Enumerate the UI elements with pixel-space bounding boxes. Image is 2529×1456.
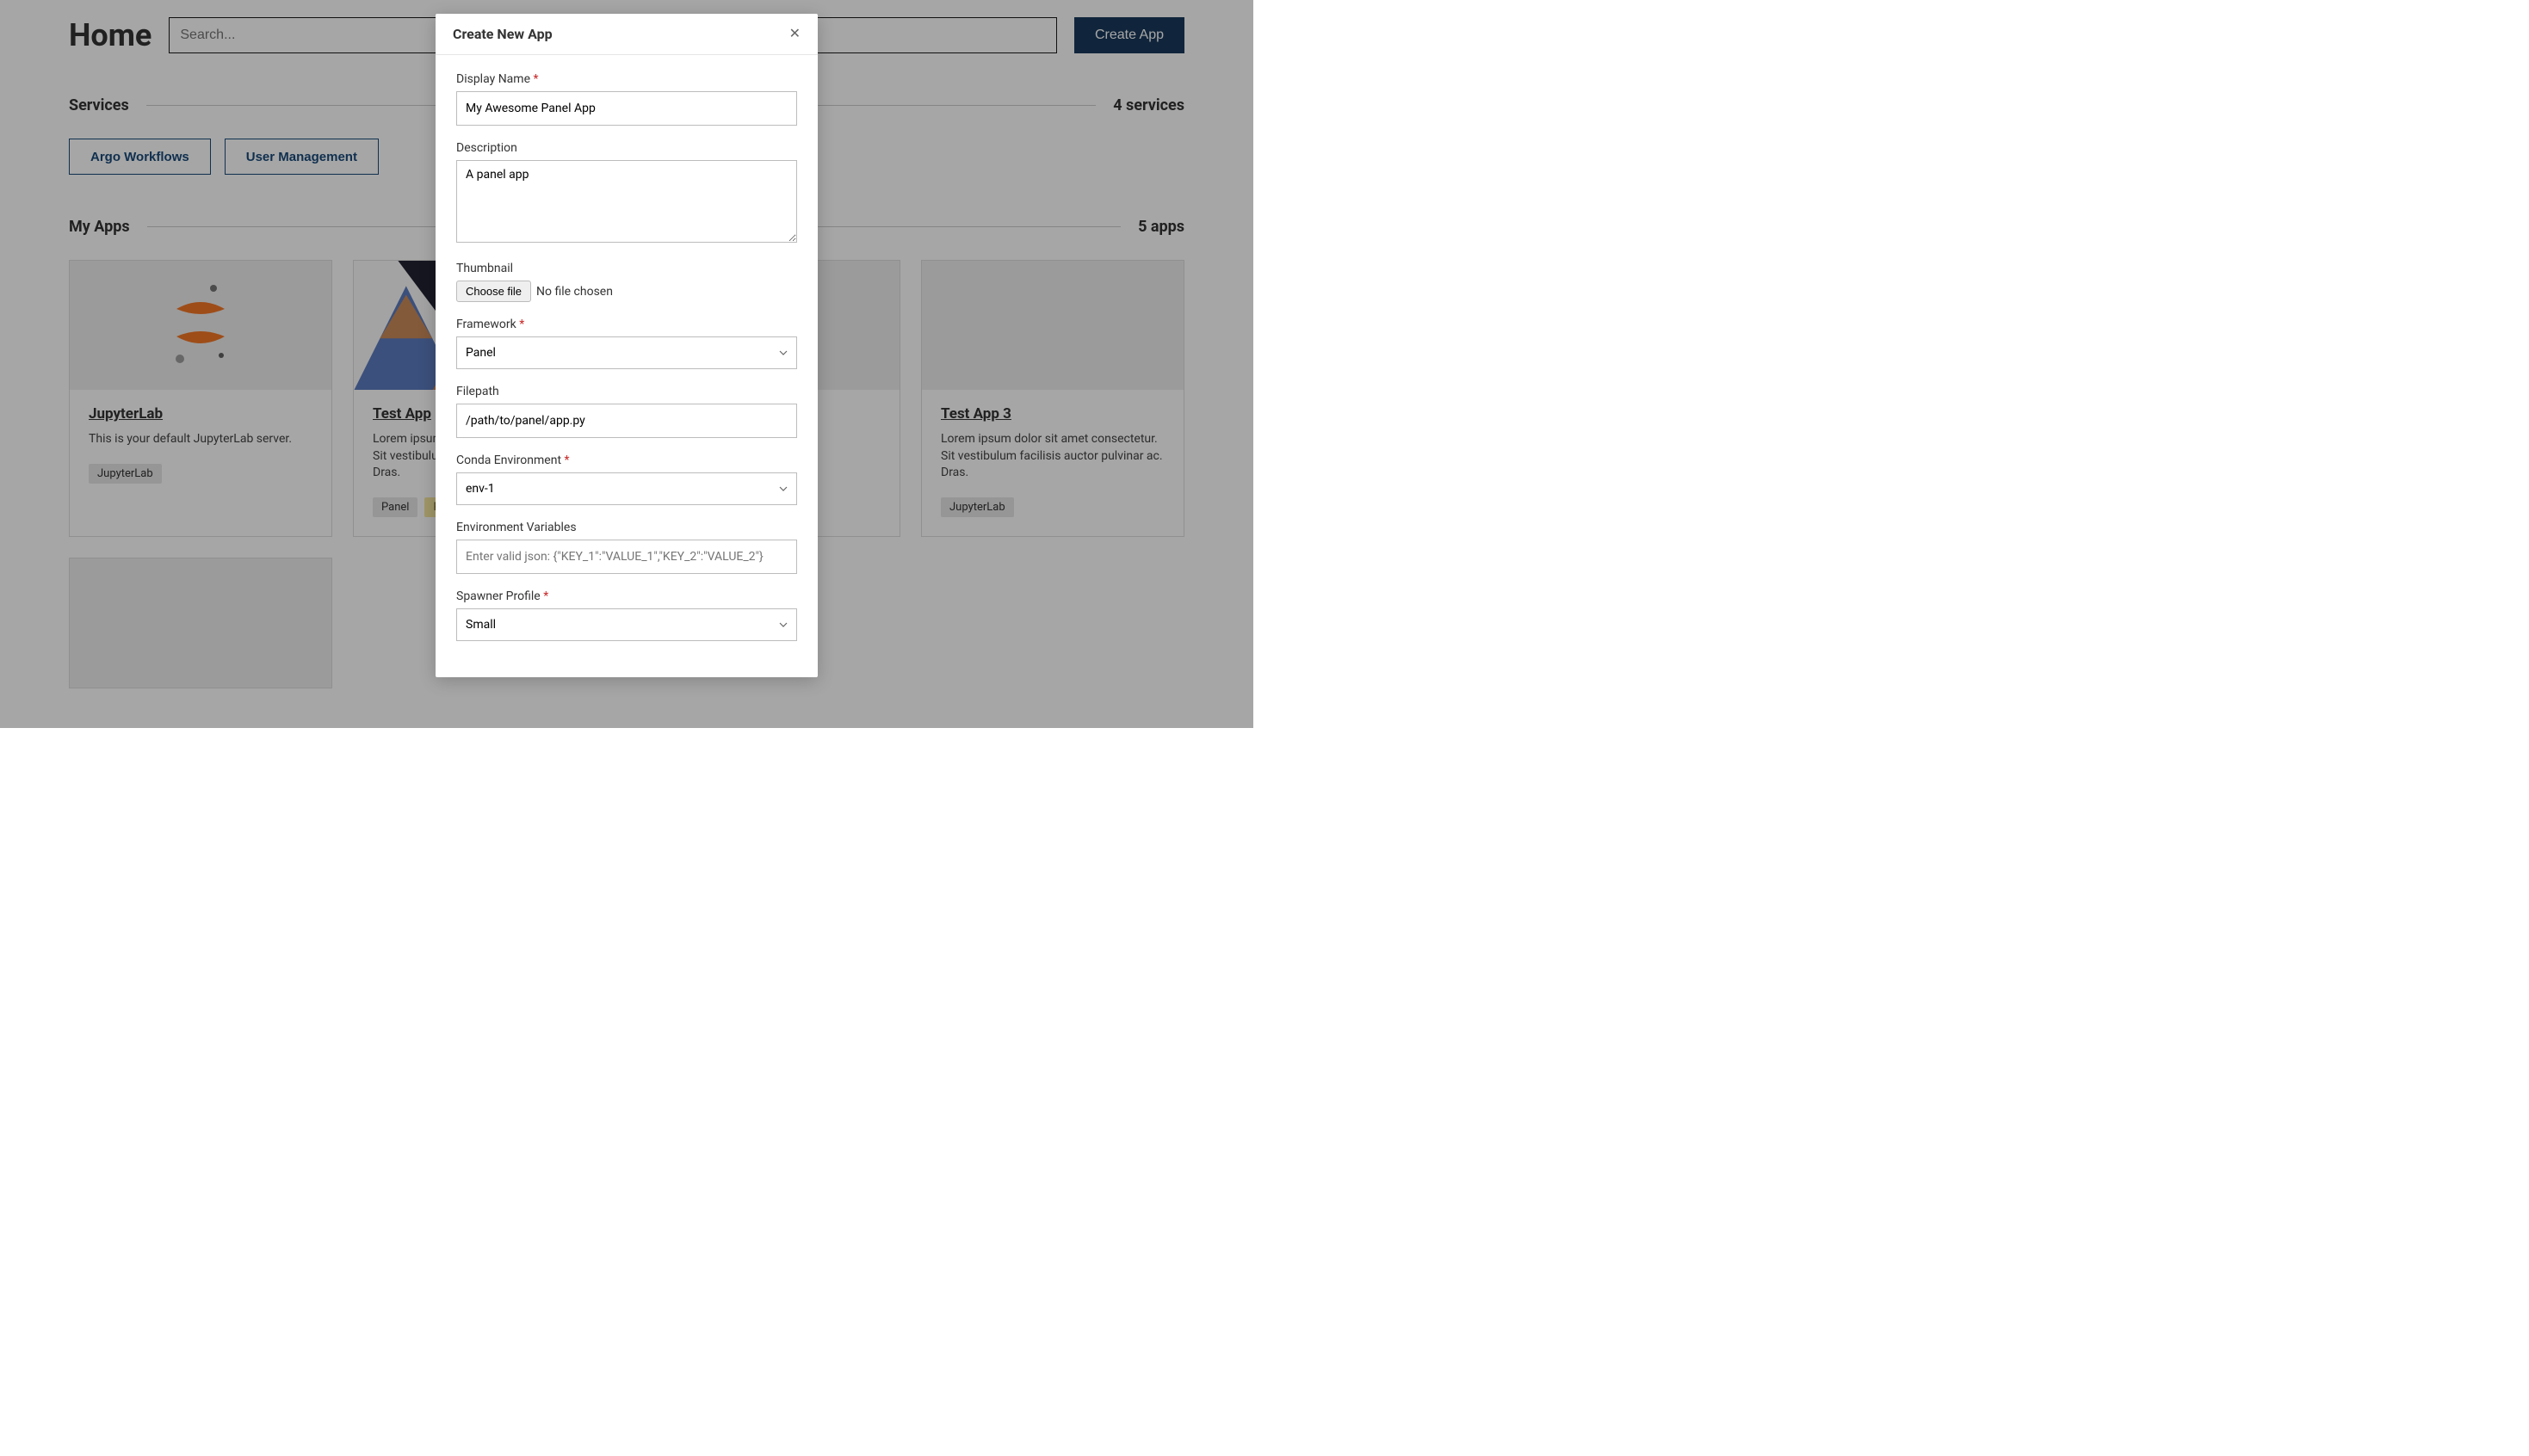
file-status: No file chosen — [536, 285, 613, 299]
description-input[interactable]: A panel app — [456, 160, 797, 243]
filepath-input[interactable] — [456, 404, 797, 438]
env-vars-input[interactable] — [456, 540, 797, 574]
conda-env-select[interactable]: env-1 — [456, 472, 797, 505]
framework-label: Framework * — [456, 318, 797, 331]
env-vars-label: Environment Variables — [456, 521, 797, 534]
spawner-profile-select[interactable]: Small — [456, 608, 797, 641]
choose-file-button[interactable]: Choose file — [456, 281, 531, 302]
modal-title: Create New App — [453, 26, 553, 42]
display-name-label: Display Name * — [456, 72, 797, 86]
spawner-profile-label: Spawner Profile * — [456, 589, 797, 603]
close-icon[interactable]: ✕ — [789, 28, 801, 41]
thumbnail-label: Thumbnail — [456, 262, 797, 275]
filepath-label: Filepath — [456, 385, 797, 398]
display-name-input[interactable] — [456, 91, 797, 126]
conda-env-label: Conda Environment * — [456, 453, 797, 467]
framework-select[interactable]: Panel — [456, 336, 797, 369]
description-label: Description — [456, 141, 797, 155]
create-app-modal: Create New App ✕ Display Name * Descript… — [436, 14, 818, 677]
